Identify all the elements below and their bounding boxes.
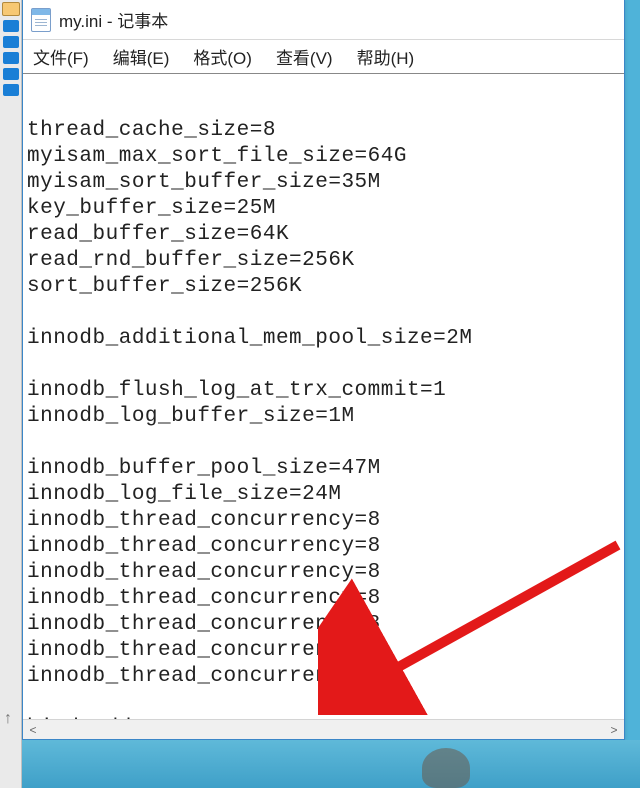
menu-view[interactable]: 查看(V) [276, 44, 333, 69]
taskbar-app-icon[interactable] [3, 52, 19, 64]
scroll-left-button[interactable]: < [23, 720, 43, 740]
folder-icon[interactable] [2, 2, 20, 16]
notepad-window: my.ini - 记事本 文件(F) 编辑(E) 格式(O) 查看(V) 帮助(… [22, 0, 625, 740]
wallpaper-figure [422, 748, 470, 788]
taskbar-app-icon[interactable] [3, 36, 19, 48]
horizontal-scrollbar[interactable]: < > [23, 719, 624, 739]
menubar: 文件(F) 编辑(E) 格式(O) 查看(V) 帮助(H) [23, 40, 624, 74]
editor-area[interactable]: thread_cache_size=8 myisam_max_sort_file… [23, 74, 624, 739]
menu-format[interactable]: 格式(O) [193, 44, 252, 69]
scroll-right-button[interactable]: > [604, 720, 624, 740]
editor-content[interactable]: thread_cache_size=8 myisam_max_sort_file… [23, 74, 624, 739]
titlebar[interactable]: my.ini - 记事本 [23, 0, 624, 40]
window-title: my.ini - 记事本 [59, 7, 168, 32]
taskbar-app-icon[interactable] [3, 84, 19, 96]
menu-edit[interactable]: 编辑(E) [113, 44, 170, 69]
os-taskbar-left: ↑ [0, 0, 22, 788]
taskbar-app-icon[interactable] [3, 68, 19, 80]
taskbar-overflow-icon[interactable]: ↑ [4, 710, 12, 728]
scroll-track[interactable] [43, 720, 604, 739]
desktop-wallpaper [0, 740, 640, 788]
taskbar-app-icon[interactable] [3, 20, 19, 32]
menu-help[interactable]: 帮助(H) [357, 44, 415, 69]
menu-file[interactable]: 文件(F) [33, 44, 89, 69]
notepad-icon [31, 8, 51, 32]
